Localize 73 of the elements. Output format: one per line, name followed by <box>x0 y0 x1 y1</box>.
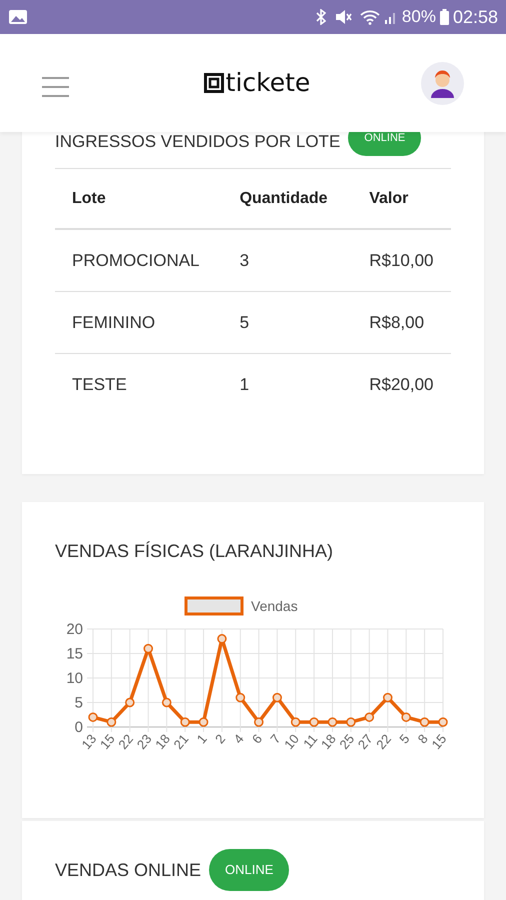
data-point <box>144 644 154 654</box>
y-tick-label: 15 <box>66 646 83 662</box>
x-tick-label: 18 <box>152 731 173 752</box>
card-title: INGRESSOS VENDIDOS POR LOTE <box>55 132 340 154</box>
table-cell-text: FEMININO <box>71 312 156 334</box>
logo-text: tickete <box>226 67 310 100</box>
card-title: VENDAS FÍSICAS (LARANJINHA) <box>55 541 334 561</box>
column-header: Lote <box>71 188 107 208</box>
table-cell-text: 5 <box>238 312 250 334</box>
battery-percentage: 80% <box>402 6 436 28</box>
data-point <box>401 712 411 722</box>
data-point <box>272 692 282 702</box>
avatar-button[interactable] <box>421 62 464 104</box>
x-tick-label: 15 <box>428 731 450 752</box>
data-point <box>364 712 374 722</box>
bluetooth-icon <box>316 9 326 25</box>
x-tick-label: 25 <box>336 731 358 752</box>
online-badge: ONLINE <box>209 849 290 891</box>
data-point <box>254 717 264 727</box>
table-cell-text: TESTE <box>71 374 128 396</box>
mute-icon <box>334 9 352 25</box>
x-tick-label: 18 <box>318 731 339 752</box>
menu-button[interactable] <box>42 77 69 97</box>
x-tick-label: 22 <box>373 731 394 752</box>
legend-swatch <box>184 596 244 616</box>
data-point <box>438 717 448 727</box>
data-point <box>382 692 392 702</box>
y-tick-label: 5 <box>74 694 83 712</box>
data-point <box>346 717 356 727</box>
data-point <box>106 717 116 727</box>
x-tick-label: 22 <box>115 731 136 752</box>
table-cell-text: R$8,00 <box>368 312 426 334</box>
y-tick-label: 10 <box>66 670 83 687</box>
data-point <box>162 698 172 708</box>
data-point <box>88 712 98 722</box>
wifi-icon <box>360 9 380 25</box>
logo-icon <box>204 73 224 93</box>
data-point <box>290 717 300 727</box>
data-point <box>420 717 430 727</box>
x-tick-label: 11 <box>300 731 320 752</box>
x-tick-label: 15 <box>96 731 118 752</box>
column-header: Quantidade <box>238 188 329 208</box>
x-tick-label: 1 <box>194 731 210 746</box>
battery-icon <box>440 9 449 25</box>
legend-label: Vendas <box>251 598 298 614</box>
table-cell-text: R$20,00 <box>368 374 435 396</box>
gallery-icon <box>8 9 28 25</box>
x-tick-label: 4 <box>230 731 247 746</box>
table-cell-text: 3 <box>238 250 250 272</box>
data-point <box>125 698 135 708</box>
x-tick-label: 7 <box>267 731 284 746</box>
y-tick-label: 20 <box>66 621 83 638</box>
column-header: Valor <box>368 188 410 208</box>
data-point <box>309 717 319 727</box>
data-point <box>198 717 208 727</box>
data-point <box>217 634 227 644</box>
data-point <box>180 717 190 727</box>
x-tick-label: 23 <box>134 731 155 752</box>
table-cell-text: R$10,00 <box>368 250 435 272</box>
x-tick-label: 10 <box>281 731 302 752</box>
online-badge: ONLINE <box>348 132 422 156</box>
x-tick-label: 6 <box>248 731 266 746</box>
data-point <box>236 692 246 702</box>
table-cell-text: 1 <box>238 374 250 396</box>
x-tick-label: 5 <box>396 731 412 746</box>
data-point <box>328 717 338 727</box>
x-tick-label: 2 <box>212 731 228 746</box>
table-cell-text: PROMOCIONAL <box>71 250 201 272</box>
x-tick-label: 27 <box>354 731 376 752</box>
clock: 02:58 <box>452 6 498 28</box>
x-tick-label: 21 <box>170 731 192 752</box>
x-tick-label: 8 <box>414 731 431 746</box>
card-title: VENDAS ONLINE <box>55 858 202 882</box>
